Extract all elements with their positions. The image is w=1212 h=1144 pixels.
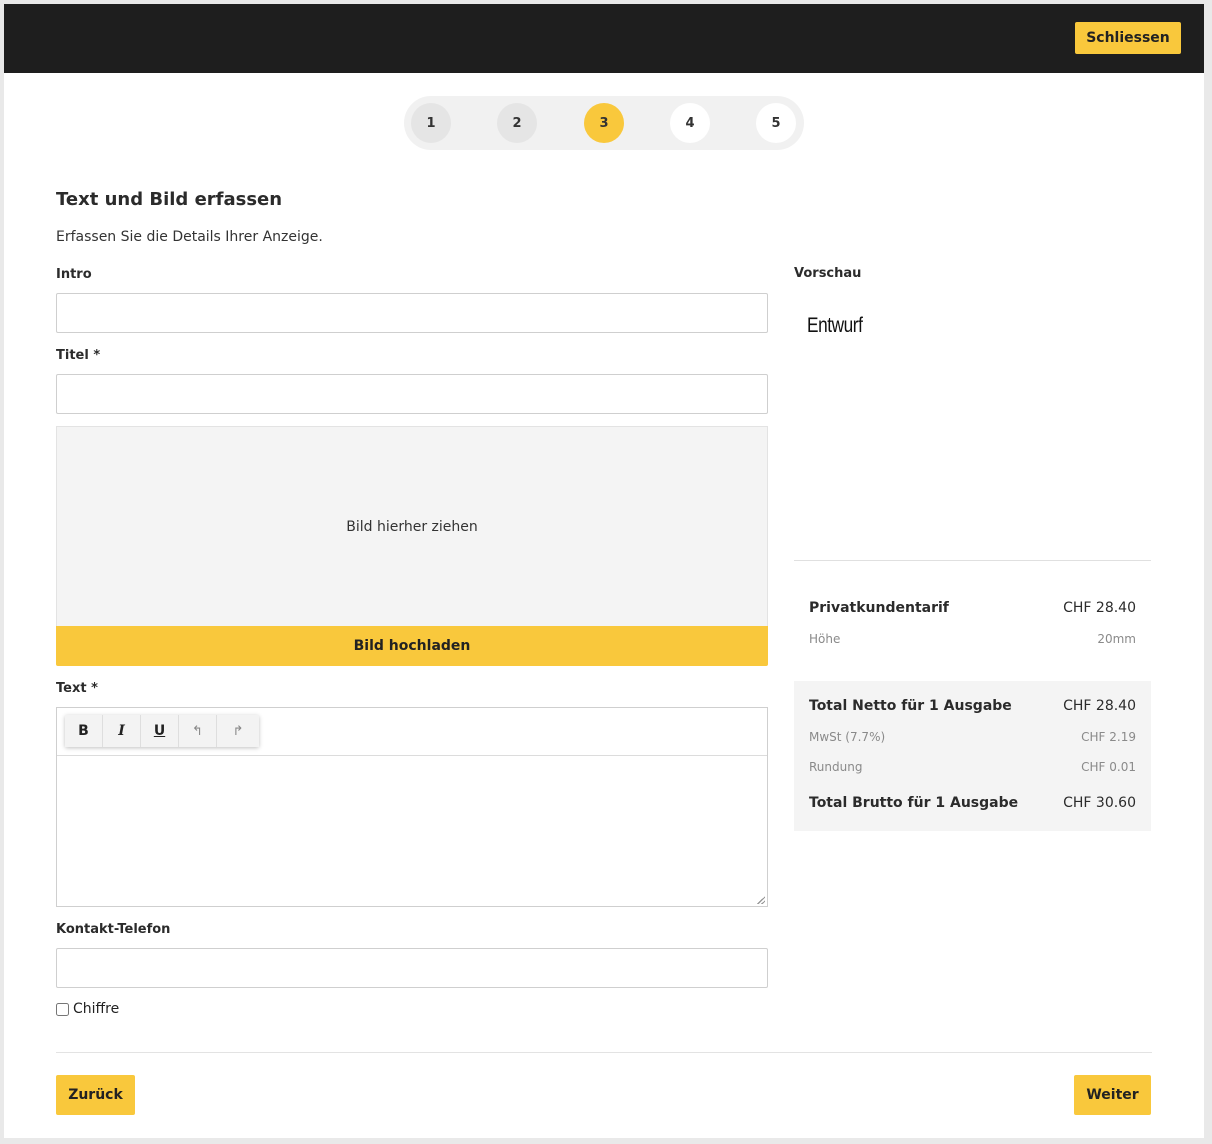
rounding-value: CHF 0.01 (1081, 760, 1136, 774)
step-indicator: 1 2 3 4 5 (404, 96, 804, 150)
upload-image-button[interactable]: Bild hochladen (56, 626, 768, 666)
underline-button[interactable]: U (141, 715, 179, 747)
preview-label: Vorschau (794, 266, 862, 281)
redo-icon[interactable]: ↱ (217, 715, 259, 747)
undo-icon[interactable]: ↰ (179, 715, 217, 747)
editor-toolbar: B I U ↰ ↱ (57, 708, 767, 756)
chiffre-option[interactable]: Chiffre (56, 1001, 119, 1017)
rounding-label: Rundung (809, 760, 863, 774)
dropzone-text: Bild hierher ziehen (346, 518, 478, 535)
intro-label: Intro (56, 267, 92, 282)
close-button[interactable]: Schliessen (1075, 22, 1181, 54)
step-4: 4 (670, 103, 710, 143)
editor-text-area[interactable] (57, 756, 767, 906)
title-input[interactable] (56, 374, 768, 414)
preview-divider (794, 560, 1151, 561)
resize-handle-icon[interactable] (757, 896, 765, 904)
vat-row: MwSt (7.7%) CHF 2.19 (809, 730, 1136, 744)
tariff-label: Privatkundentarif (809, 600, 949, 616)
net-total-label: Total Netto für 1 Ausgabe (809, 698, 1012, 714)
gross-total-label: Total Brutto für 1 Ausgabe (809, 795, 1019, 811)
intro-input[interactable] (56, 293, 768, 333)
gross-total-row: Total Brutto für 1 Ausgabe CHF 30.60 (809, 795, 1136, 811)
chiffre-label: Chiffre (73, 1001, 120, 1017)
chiffre-checkbox[interactable] (56, 1002, 69, 1016)
formatting-group: B I U ↰ ↱ (65, 715, 259, 747)
vat-label: MwSt (7.7%) (809, 730, 886, 744)
net-total-row: Total Netto für 1 Ausgabe CHF 28.40 (809, 698, 1136, 714)
height-row: Höhe 20mm (809, 632, 1136, 646)
vat-value: CHF 2.19 (1081, 730, 1136, 744)
tariff-row: Privatkundentarif CHF 28.40 (809, 600, 1136, 616)
net-total-value: CHF 28.40 (1063, 698, 1136, 714)
tariff-value: CHF 28.40 (1063, 600, 1136, 616)
bold-button[interactable]: B (65, 715, 103, 747)
step-3[interactable]: 3 (584, 103, 624, 143)
rounding-row: Rundung CHF 0.01 (809, 760, 1136, 774)
title-label: Titel * (56, 348, 101, 363)
step-2[interactable]: 2 (497, 103, 537, 143)
image-dropzone[interactable]: Bild hierher ziehen (56, 426, 768, 626)
preview-draft-text: Entwurf (807, 314, 863, 337)
phone-label: Kontakt-Telefon (56, 922, 171, 937)
footer-divider (56, 1052, 1152, 1053)
step-5: 5 (756, 103, 796, 143)
top-bar: Schliessen (4, 4, 1204, 73)
page-subtitle: Erfassen Sie die Details Ihrer Anzeige. (56, 229, 323, 245)
rich-text-editor[interactable]: B I U ↰ ↱ (56, 707, 768, 907)
height-value: 20mm (1097, 632, 1136, 646)
phone-input[interactable] (56, 948, 768, 988)
back-button[interactable]: Zurück (56, 1075, 135, 1115)
page-title: Text und Bild erfassen (56, 189, 283, 210)
wizard-window: Schliessen 1 2 3 4 5 Text und Bild erfas… (4, 4, 1204, 1138)
text-label: Text * (56, 681, 98, 696)
height-label: Höhe (809, 632, 841, 646)
step-1[interactable]: 1 (411, 103, 451, 143)
next-button[interactable]: Weiter (1074, 1075, 1151, 1115)
italic-button[interactable]: I (103, 715, 141, 747)
gross-total-value: CHF 30.60 (1063, 795, 1136, 811)
